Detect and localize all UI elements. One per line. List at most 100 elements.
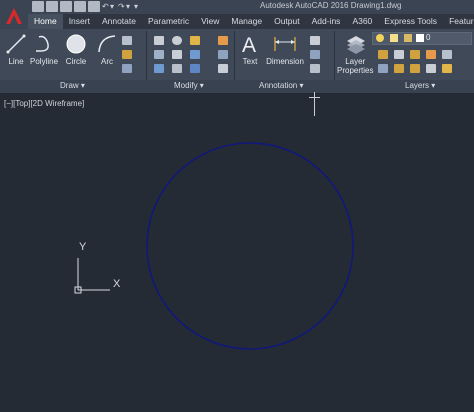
title-bar: ↶ ▾ ↷ ▾ ▾ Autodesk AutoCAD 2016 Drawing1… — [0, 0, 474, 14]
arc-icon — [98, 35, 116, 53]
dimension-tool[interactable]: Dimension — [266, 33, 304, 66]
ribbon-panel-labels: Draw ▾ Modify ▾ Annotation ▾ Layers ▾ — [0, 80, 474, 93]
undo-dropdown-icon[interactable]: ▾ — [110, 1, 116, 12]
layer-state-icon[interactable] — [378, 50, 388, 59]
layer-copy-icon[interactable] — [410, 64, 420, 73]
dimension-tool-label: Dimension — [266, 57, 304, 66]
layer-dropdown-value: 0 — [426, 33, 431, 42]
markup-icon[interactable] — [310, 64, 320, 73]
polyline-tool-label: Polyline — [30, 57, 59, 66]
layer-properties-label-2: Properties — [337, 66, 374, 75]
window-title: Autodesk AutoCAD 2016 Drawing1.dwg — [260, 1, 402, 10]
panel-modify-dropdown-icon: ▾ — [199, 81, 204, 90]
panel-layers[interactable]: Layers ▾ — [405, 81, 435, 90]
ucs-icon — [74, 258, 110, 294]
save-as-icon[interactable] — [74, 1, 86, 12]
leader-icon[interactable] — [310, 36, 320, 45]
trim-icon[interactable] — [190, 36, 200, 45]
arc-tool-label: Arc — [101, 57, 113, 66]
region-icon[interactable] — [122, 64, 132, 73]
polyline-tool[interactable]: Polyline — [30, 33, 58, 66]
tab-insert[interactable]: Insert — [63, 14, 96, 29]
crosshair-cursor — [314, 92, 315, 116]
crosshair-cursor-h — [309, 97, 320, 98]
panel-modify-label: Modify — [174, 81, 198, 90]
tab-annotate[interactable]: Annotate — [96, 14, 142, 29]
ucs-x-label: X — [113, 278, 121, 290]
array-icon[interactable] — [190, 64, 200, 73]
copy-icon[interactable] — [154, 50, 164, 59]
layer-delete-icon[interactable] — [442, 64, 452, 73]
redo-icon[interactable]: ↷ — [118, 1, 125, 12]
circle-tool[interactable]: Circle — [65, 33, 87, 66]
tab-output[interactable]: Output — [268, 14, 306, 29]
tab-view[interactable]: View — [195, 14, 225, 29]
layer-freeze-vp-icon[interactable] — [394, 64, 404, 73]
tab-featured[interactable]: Featured A — [443, 14, 474, 29]
tab-a360[interactable]: A360 — [346, 14, 378, 29]
table-icon[interactable] — [310, 50, 320, 59]
save-icon[interactable] — [60, 1, 72, 12]
tab-parametric[interactable]: Parametric — [142, 14, 195, 29]
move-icon[interactable] — [154, 36, 164, 45]
panel-annotation-dropdown-icon: ▾ — [299, 81, 304, 90]
layer-on-icon[interactable] — [376, 34, 384, 42]
viewport-controls[interactable]: [−][Top][2D Wireframe] — [4, 99, 84, 108]
svg-text:A: A — [242, 34, 256, 55]
layer-properties-icon — [347, 36, 366, 54]
tab-home[interactable]: Home — [28, 14, 63, 29]
layer-properties-label-1: Layer — [345, 57, 366, 66]
text-tool[interactable]: A Text — [239, 33, 261, 66]
erase-icon[interactable] — [218, 36, 228, 45]
panel-draw-dropdown-icon: ▾ — [80, 81, 85, 90]
layer-properties-tool[interactable]: Layer Properties — [337, 33, 373, 75]
polyline-icon — [36, 35, 49, 52]
plot-icon[interactable] — [88, 1, 100, 12]
layer-isolate-icon[interactable] — [394, 50, 404, 59]
autocad-logo-icon — [6, 8, 22, 24]
arc-tool[interactable]: Arc — [96, 33, 118, 66]
panel-draw-label: Draw — [60, 81, 79, 90]
drawn-circle[interactable] — [146, 142, 354, 350]
panel-annotation-label: Annotation — [259, 81, 298, 90]
layer-walk-icon[interactable] — [426, 50, 436, 59]
panel-modify[interactable]: Modify ▾ — [174, 81, 204, 90]
layer-color-swatch — [416, 34, 424, 42]
layer-off-icon[interactable] — [410, 50, 420, 59]
hatch-icon[interactable] — [122, 50, 132, 59]
redo-dropdown-icon[interactable]: ▾ — [126, 1, 132, 12]
undo-icon[interactable]: ↶ — [102, 1, 109, 12]
application-menu-button[interactable] — [0, 0, 28, 32]
panel-draw[interactable]: Draw ▾ — [60, 81, 85, 90]
scale-icon[interactable] — [172, 64, 182, 73]
ucs-y-label: Y — [79, 241, 87, 253]
tab-manage[interactable]: Manage — [225, 14, 268, 29]
explode-icon[interactable] — [218, 50, 228, 59]
panel-annotation[interactable]: Annotation ▾ — [259, 81, 304, 90]
open-icon[interactable] — [46, 1, 58, 12]
offset-icon[interactable] — [218, 64, 228, 73]
rotate-icon[interactable] — [172, 36, 182, 45]
tab-express-tools[interactable]: Express Tools — [378, 14, 443, 29]
circle-tool-label: Circle — [65, 57, 87, 66]
mirror-icon[interactable] — [172, 50, 182, 59]
layer-lock-icon[interactable] — [404, 34, 412, 42]
rectangle-icon[interactable] — [122, 36, 132, 45]
new-icon[interactable] — [32, 1, 44, 12]
customize-qat-icon[interactable]: ▾ — [134, 1, 140, 12]
text-icon: A — [242, 34, 256, 55]
fillet-icon[interactable] — [190, 50, 200, 59]
ribbon-tabs: Home Insert Annotate Parametric View Man… — [28, 14, 474, 29]
layer-match-icon[interactable] — [442, 50, 452, 59]
layer-freeze-icon[interactable] — [390, 34, 398, 42]
line-tool[interactable]: Line — [5, 33, 27, 66]
layer-merge-icon[interactable] — [426, 64, 436, 73]
circle-icon — [66, 34, 86, 54]
line-tool-label: Line — [8, 57, 24, 66]
stretch-icon[interactable] — [154, 64, 164, 73]
panel-layers-dropdown-icon: ▾ — [431, 81, 436, 90]
tab-add-ins[interactable]: Add-ins — [306, 14, 347, 29]
line-icon — [6, 34, 26, 54]
layer-unisolate-icon[interactable] — [378, 64, 388, 73]
text-tool-label: Text — [242, 57, 258, 66]
